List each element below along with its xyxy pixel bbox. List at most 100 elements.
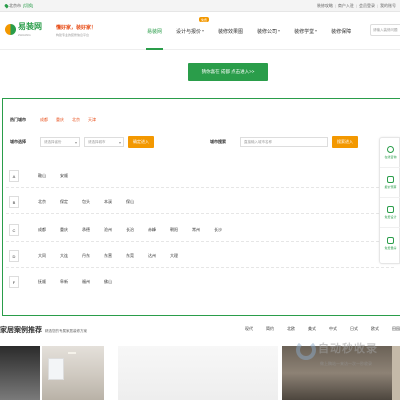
- style-tab[interactable]: 日式: [350, 326, 371, 332]
- city-link[interactable]: 丹东: [82, 253, 104, 259]
- alpha-row: C 成都 重庆 承德 沧州 长治 赤峰 朝阳 常州 长沙: [6, 222, 394, 242]
- hot-city-link[interactable]: 成都: [40, 117, 48, 123]
- side-tool-measure[interactable]: 免费量房: [380, 228, 400, 258]
- lamp-shape: [68, 352, 76, 354]
- nav-label: 易装网: [147, 28, 163, 35]
- city-link[interactable]: 安顺: [60, 173, 82, 179]
- city-link[interactable]: 大理: [170, 253, 192, 259]
- hot-cities: 热门城市 成都 重庆 北京 天津: [10, 117, 96, 123]
- city-link[interactable]: 朝阳: [170, 227, 192, 233]
- alpha-cities: 成都 重庆 承德 沧州 长治 赤峰 朝阳 常州 长沙: [38, 227, 236, 233]
- side-tool-design[interactable]: 免费设计: [380, 198, 400, 228]
- city-link[interactable]: 东莞: [126, 253, 148, 259]
- nav-item-effect-photos[interactable]: 装修效果图: [211, 12, 250, 50]
- site-logo[interactable]: 易装网 ZHUANG: [5, 21, 42, 37]
- alpha-cities: 大同 大连 丹东 东营 东莞 达州 大理: [38, 253, 192, 259]
- divider: [6, 213, 394, 214]
- slogan: 懂好家，装好家！ 构建专业的装修信息平台: [56, 24, 96, 37]
- style-tab[interactable]: 欧式: [371, 326, 392, 332]
- hot-cities-label: 热门城市: [10, 117, 26, 122]
- alpha-row: F 抚顺 阜新 福州 佛山: [6, 274, 394, 290]
- style-tab[interactable]: 现代: [245, 326, 266, 332]
- city-link[interactable]: 大同: [38, 253, 60, 259]
- recommended-city-button[interactable]: 猜你喜在 成都 点击进入>>: [188, 63, 268, 81]
- city-link[interactable]: 大连: [60, 253, 82, 259]
- city-link[interactable]: 鞍山: [38, 173, 60, 179]
- nav-item-guarantee[interactable]: 装修保障: [324, 12, 358, 50]
- city-link[interactable]: 达州: [148, 253, 170, 259]
- style-tab[interactable]: 田园: [392, 326, 400, 332]
- city-link[interactable]: 保山: [126, 199, 148, 205]
- search-city-button[interactable]: 搜索进入: [332, 136, 358, 148]
- top-bar: 北京市 [切换] 装修攻略 | 商户入驻 | 会员登录 | 我的账号: [0, 0, 400, 12]
- city-link[interactable]: 北京: [38, 199, 60, 205]
- case-photo[interactable]: [392, 346, 400, 400]
- location-indicator[interactable]: 北京市 [切换]: [4, 3, 33, 9]
- nav-item-home[interactable]: 易装网: [140, 12, 169, 50]
- city-select[interactable]: 请选择城市: [84, 137, 124, 147]
- measure-icon: [387, 236, 394, 244]
- province-select[interactable]: 请选择省份: [40, 137, 80, 147]
- style-tab[interactable]: 简约: [266, 326, 287, 332]
- city-link[interactable]: 长治: [126, 227, 148, 233]
- switch-city-link[interactable]: [切换]: [23, 3, 33, 9]
- divider: [6, 267, 394, 268]
- top-link[interactable]: 我的账号: [380, 3, 396, 9]
- divider: [6, 187, 394, 188]
- city-link[interactable]: 成都: [38, 227, 60, 233]
- city-search-row: 城市搜索 直接输入城市名称 搜索进入: [210, 136, 358, 148]
- top-link[interactable]: 装修攻略: [317, 3, 333, 9]
- chevron-down-icon: [202, 30, 205, 32]
- city-link[interactable]: 保定: [60, 199, 82, 205]
- city-link[interactable]: 本溪: [104, 199, 126, 205]
- city-link[interactable]: 包头: [82, 199, 104, 205]
- city-link[interactable]: 福州: [82, 279, 104, 285]
- alpha-letter: B: [9, 196, 19, 208]
- top-link[interactable]: 会员登录: [359, 3, 375, 9]
- case-photo[interactable]: [118, 346, 278, 400]
- alpha-cities: 北京 保定 包头 本溪 保山: [38, 199, 148, 205]
- city-link[interactable]: 沧州: [104, 227, 126, 233]
- window-shape: [48, 358, 64, 380]
- city-link[interactable]: 阜新: [60, 279, 82, 285]
- city-link[interactable]: 佛山: [104, 279, 126, 285]
- nav-item-school[interactable]: 装修学堂: [287, 12, 324, 50]
- city-link[interactable]: 承德: [82, 227, 104, 233]
- city-link[interactable]: 重庆: [60, 227, 82, 233]
- divider: [6, 241, 394, 242]
- side-tool-label: 免费设计: [384, 215, 397, 219]
- header-search-input[interactable]: 请输入装修问题: [370, 24, 400, 36]
- city-search-input[interactable]: 直接输入城市名称: [240, 137, 328, 147]
- side-tool-consult[interactable]: 在线咨询: [380, 138, 400, 168]
- enter-city-button[interactable]: 确定进入: [128, 136, 154, 148]
- case-photo[interactable]: [42, 346, 104, 400]
- style-tab[interactable]: 中式: [329, 326, 350, 332]
- side-tool-label: 报价预算: [384, 185, 397, 189]
- top-link[interactable]: 商户入驻: [338, 3, 354, 9]
- nav-item-companies[interactable]: 装修公司: [250, 12, 287, 50]
- side-tool-label: 免费量房: [384, 245, 397, 250]
- free-badge: 免费: [199, 17, 210, 22]
- case-photo[interactable]: [0, 346, 40, 400]
- logo-text: 易装网 ZHUANG: [18, 21, 42, 37]
- nav-label: 装修效果图: [218, 28, 244, 35]
- hot-city-link[interactable]: 重庆: [56, 117, 64, 123]
- city-link[interactable]: 抚顺: [38, 279, 60, 285]
- city-link[interactable]: 长沙: [214, 227, 236, 233]
- watermark-logo-icon: [296, 340, 316, 360]
- nav-item-design-quote[interactable]: 设计与报价 免费: [169, 12, 211, 50]
- hot-city-link[interactable]: 北京: [72, 117, 80, 123]
- separator: |: [355, 3, 357, 8]
- hot-city-link[interactable]: 天津: [88, 117, 96, 123]
- alpha-letter: D: [9, 250, 19, 262]
- side-tool-quote[interactable]: 报价预算: [380, 168, 400, 198]
- city-link[interactable]: 常州: [192, 227, 214, 233]
- city-link[interactable]: 东营: [104, 253, 126, 259]
- style-tab[interactable]: 北欧: [287, 326, 308, 332]
- style-tab[interactable]: 美式: [308, 326, 329, 332]
- chevron-down-icon: [278, 30, 281, 32]
- side-tool-label: 在线咨询: [384, 155, 397, 159]
- nav-label: 设计与报价: [176, 28, 202, 35]
- city-link[interactable]: 赤峰: [148, 227, 170, 233]
- logo-sub: ZHUANG: [18, 33, 31, 37]
